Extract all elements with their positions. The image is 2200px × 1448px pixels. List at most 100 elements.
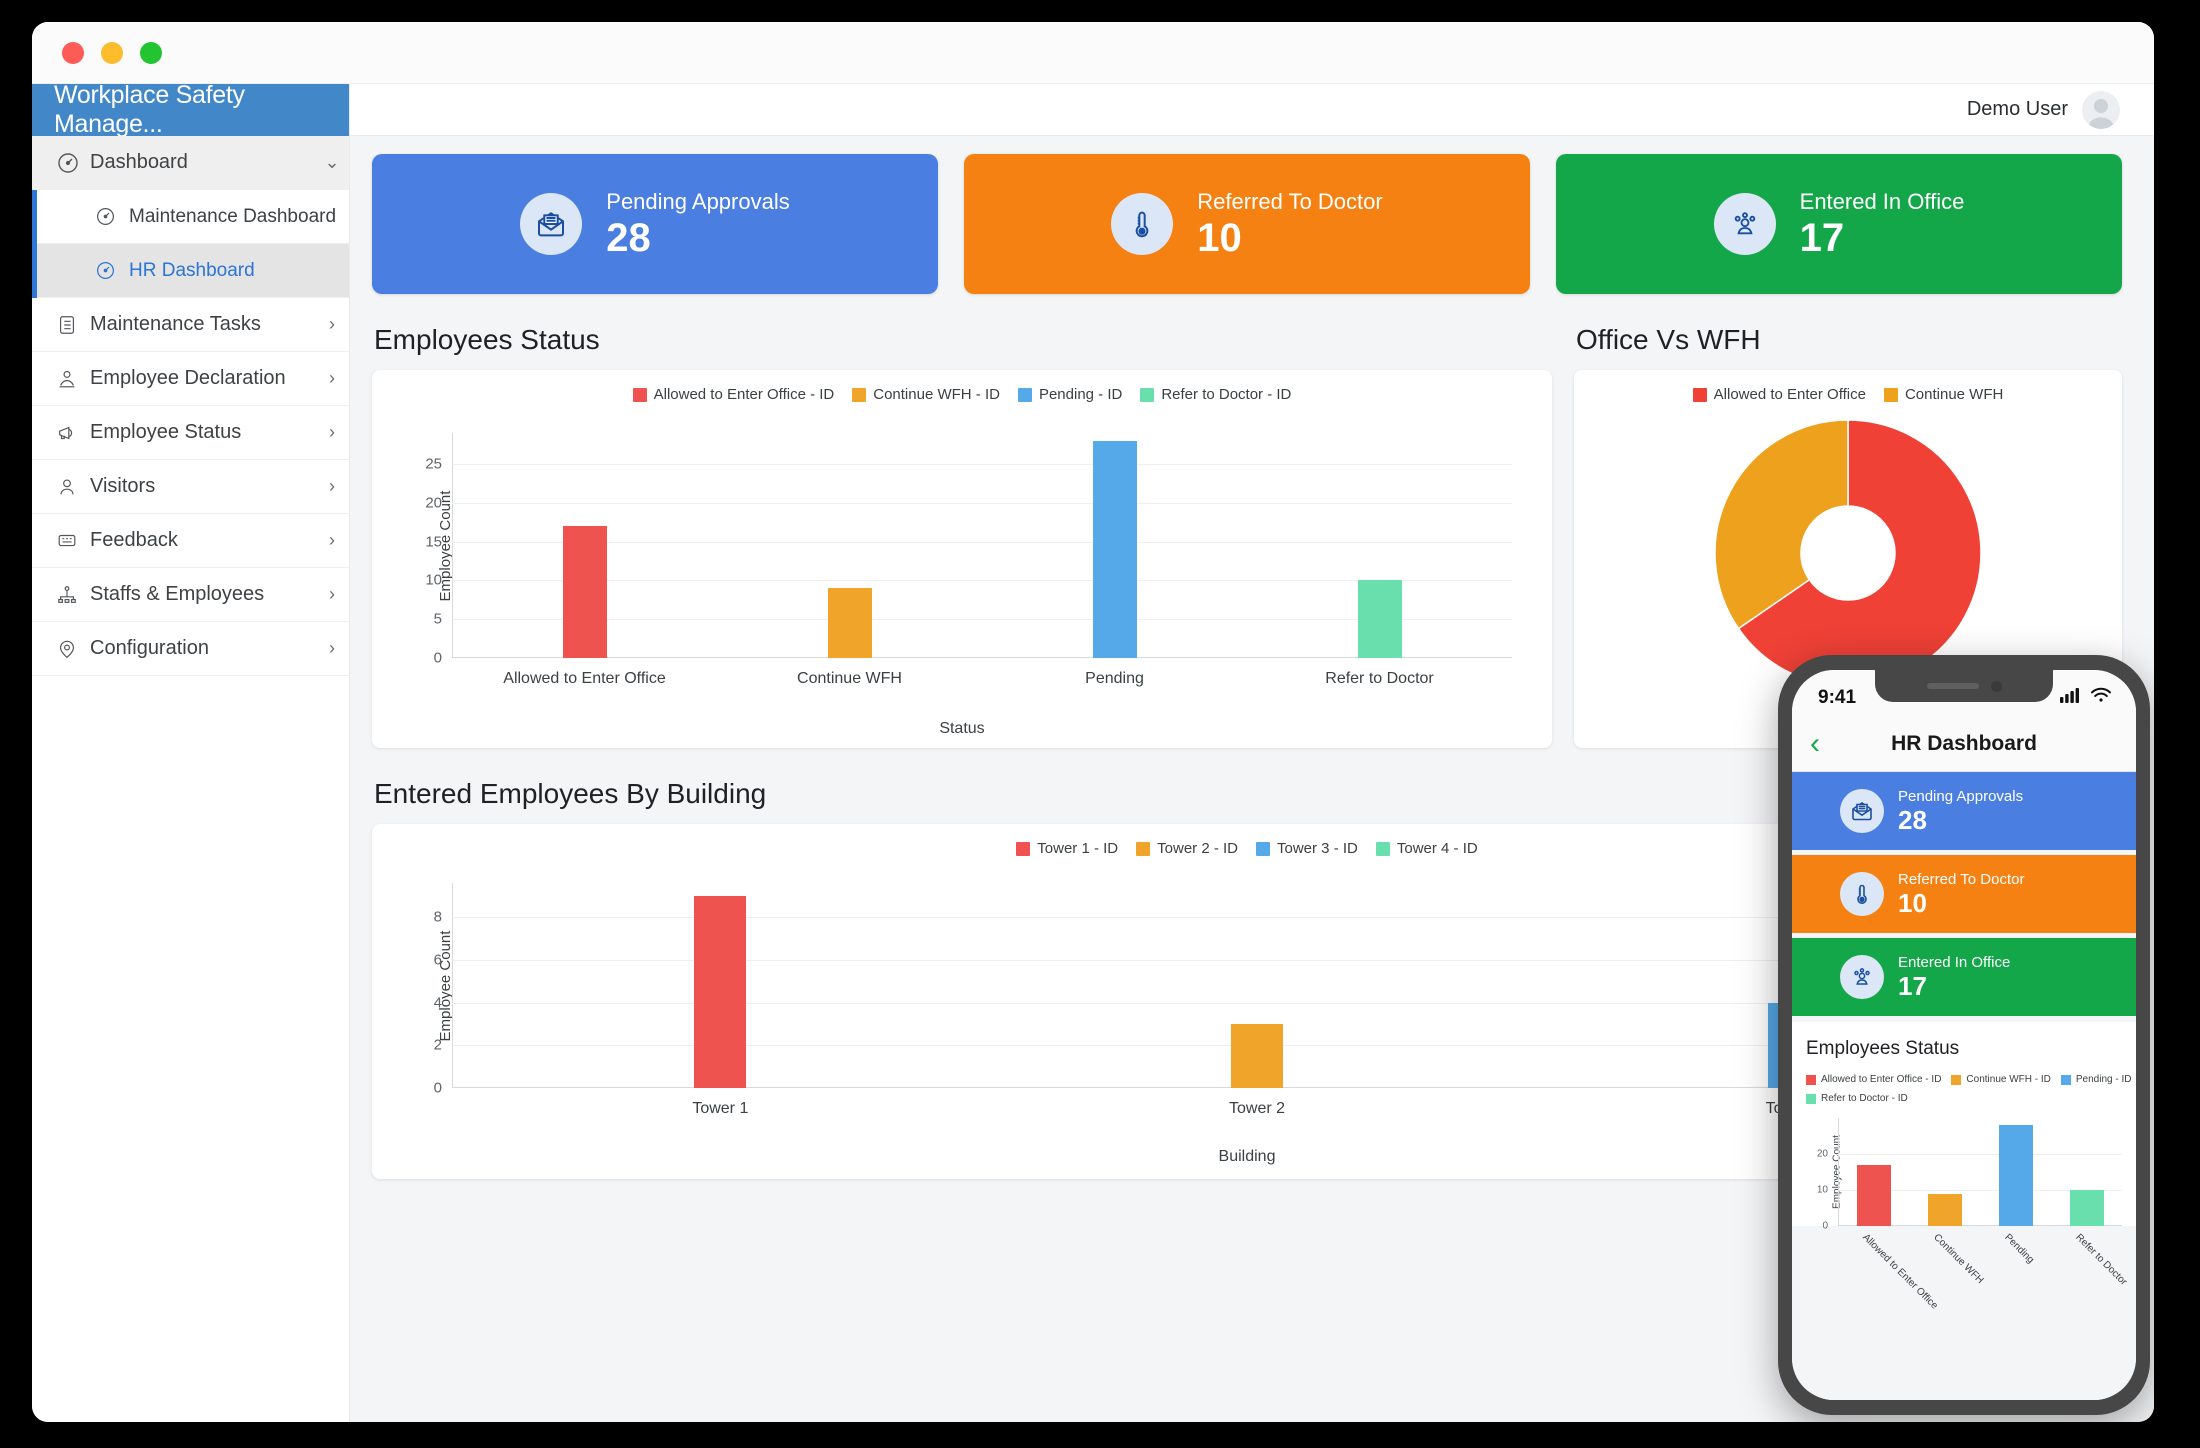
phone-mockup: 9:41 ‹ HR Dashboard Pending Approvals 28…: [1778, 655, 2150, 1415]
legend-label: Tower 4 - ID: [1396, 840, 1478, 857]
chevron-right-icon[interactable]: ›: [315, 422, 349, 443]
x-tick-label: Tower 1: [692, 1100, 749, 1117]
phone-stat-text: Pending Approvals 28: [1898, 788, 2023, 835]
legend-item[interactable]: Continue WFH: [1883, 386, 2003, 403]
gridline: [452, 464, 1512, 466]
stat-card-value: 17: [1799, 215, 1845, 260]
y-tick-label: 15: [425, 533, 442, 551]
close-window-button[interactable]: [62, 41, 84, 64]
legend-label: Refer to Doctor - ID: [1161, 386, 1292, 403]
phone-stat-card-entered-in-office[interactable]: Entered In Office 17: [1792, 938, 2136, 1016]
minimize-window-button[interactable]: [101, 41, 123, 64]
legend-item[interactable]: Allowed to Enter Office: [1692, 386, 1866, 403]
section-title-office-vs-wfh: Office Vs WFH: [1576, 324, 1761, 355]
user-icon: [56, 476, 90, 498]
sidebar-item-maintenance-dashboard[interactable]: Maintenance Dashboard: [37, 190, 349, 244]
stat-card-value: 28: [606, 215, 651, 260]
sidebar-item-staffs-employees[interactable]: Staffs & Employees ›: [32, 568, 349, 622]
legend-item[interactable]: Tower 2 - ID: [1136, 840, 1238, 857]
y-tick-label: 8: [433, 908, 442, 926]
sidebar-item-hr-dashboard[interactable]: HR Dashboard: [37, 244, 349, 298]
sidebar-item-label: Dashboard: [90, 151, 188, 173]
legend-item[interactable]: Tower 1 - ID: [1016, 840, 1118, 857]
chevron-down-icon[interactable]: ⌄: [315, 152, 349, 173]
speaker-grille-icon: [1926, 683, 1979, 689]
y-tick-label: 20: [425, 494, 442, 512]
sidebar-item-label: Employee Status: [90, 421, 242, 443]
y-tick-label: 10: [425, 571, 442, 589]
screenshot-root: Workplace Safety Manage... Dashboard ⌄ M…: [0, 0, 2200, 1448]
legend-item[interactable]: Refer to Doctor - ID: [1806, 1093, 1908, 1104]
bar[interactable]: [1357, 580, 1402, 658]
chevron-right-icon[interactable]: ›: [315, 584, 349, 605]
bar[interactable]: [1998, 1125, 2033, 1226]
stat-card-referred-to-doctor[interactable]: Referred To Doctor 10: [964, 154, 1530, 294]
bar[interactable]: [562, 526, 607, 658]
people-group-icon: [1713, 193, 1776, 255]
x-tick-label: Continue WFH: [1930, 1232, 1985, 1287]
gridline: [452, 541, 1512, 543]
legend-item[interactable]: Pending - ID: [1017, 386, 1122, 403]
feedback-icon: [56, 530, 90, 552]
legend-item[interactable]: Tower 3 - ID: [1256, 840, 1358, 857]
open-mail-icon: [520, 193, 583, 255]
app-brand-title: Workplace Safety Manage...: [32, 81, 349, 138]
sidebar-item-employee-declaration[interactable]: Employee Declaration ›: [32, 352, 349, 406]
user-avatar-icon[interactable]: [2082, 90, 2120, 129]
sidebar-item-employee-status[interactable]: Employee Status ›: [32, 406, 349, 460]
bar[interactable]: [2069, 1190, 2104, 1226]
sidebar-item-visitors[interactable]: Visitors ›: [32, 460, 349, 514]
legend-item[interactable]: Pending - ID: [2060, 1074, 2131, 1085]
legend-item[interactable]: Continue WFH - ID: [852, 386, 1000, 403]
sidebar-item-dashboard[interactable]: Dashboard ⌄: [32, 136, 349, 190]
chevron-right-icon[interactable]: ›: [315, 314, 349, 335]
legend-swatch: [1692, 387, 1707, 402]
employees-status-legend: Allowed to Enter Office - ID Continue WFH…: [372, 370, 1552, 403]
sidebar-item-configuration[interactable]: Configuration ›: [32, 622, 349, 676]
legend-swatch: [1806, 1093, 1816, 1104]
sidebar-item-feedback[interactable]: Feedback ›: [32, 514, 349, 568]
chevron-right-icon[interactable]: ›: [315, 476, 349, 497]
chevron-right-icon[interactable]: ›: [315, 368, 349, 389]
legend-item[interactable]: Tower 4 - ID: [1375, 840, 1478, 857]
sidebar-item-maintenance-tasks[interactable]: Maintenance Tasks ›: [32, 298, 349, 352]
bar[interactable]: [1092, 440, 1137, 658]
legend-label: Allowed to Enter Office - ID: [653, 386, 835, 403]
legend-swatch: [1951, 1074, 1962, 1085]
y-axis: [1838, 1118, 1839, 1226]
phone-stat-text: Entered In Office 17: [1898, 954, 2010, 1001]
stat-card-entered-in-office[interactable]: Entered In Office 17: [1556, 154, 2122, 294]
legend-swatch: [1140, 387, 1155, 402]
maximize-window-button[interactable]: [140, 41, 162, 64]
window-titlebar: [32, 22, 2154, 84]
x-tick-label: Allowed to Enter Office: [503, 670, 666, 687]
chevron-right-icon[interactable]: ›: [315, 530, 349, 551]
phone-employees-status-card: Employees Status Allowed to Enter Office…: [1792, 1022, 2136, 1312]
legend-label: Allowed to Enter Office - ID: [1821, 1074, 1942, 1085]
status-icons: [2060, 687, 2112, 709]
legend-swatch: [632, 387, 647, 402]
x-tick-label: Allowed to Enter Office: [1859, 1232, 1940, 1312]
phone-y-axis-label: Employee Count: [1831, 1135, 1843, 1209]
y-tick-label: 20: [1816, 1148, 1828, 1160]
bar[interactable]: [827, 588, 872, 658]
bar[interactable]: [1927, 1193, 1962, 1226]
phone-stat-card-referred-to-doctor[interactable]: Referred To Doctor 10: [1792, 855, 2136, 933]
phone-stat-text: Referred To Doctor 10: [1898, 871, 2024, 918]
stat-card-pending-approvals[interactable]: Pending Approvals 28: [372, 154, 938, 294]
y-tick-label: 5: [433, 610, 442, 628]
sidebar-item-label: Configuration: [90, 637, 209, 659]
legend-item[interactable]: Continue WFH - ID: [1951, 1074, 2051, 1085]
bar[interactable]: [694, 895, 747, 1088]
bar[interactable]: [1231, 1023, 1283, 1088]
chevron-right-icon[interactable]: ›: [315, 638, 349, 659]
speedometer-icon: [56, 151, 90, 175]
legend-item[interactable]: Allowed to Enter Office - ID: [1806, 1074, 1941, 1085]
bar[interactable]: [1856, 1164, 1891, 1226]
phone-stat-card-pending-approvals[interactable]: Pending Approvals 28: [1792, 772, 2136, 850]
dashboard-submenu: Maintenance Dashboard HR Dashboard: [32, 190, 349, 298]
chevron-left-icon[interactable]: ‹: [1810, 728, 1850, 759]
legend-item[interactable]: Refer to Doctor - ID: [1140, 386, 1291, 403]
phone-stat-label: Referred To Doctor: [1898, 870, 2025, 888]
legend-item[interactable]: Allowed to Enter Office - ID: [632, 386, 835, 403]
